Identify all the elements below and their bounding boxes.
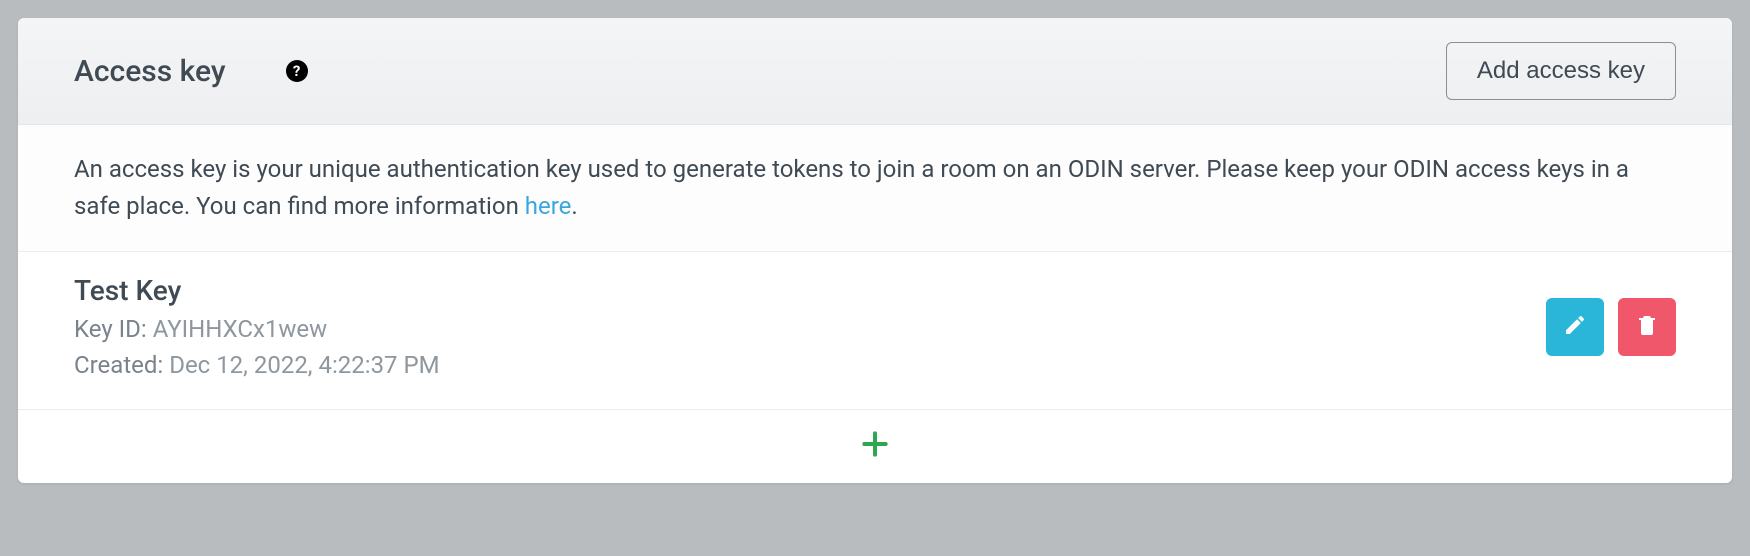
- description-text: An access key is your unique authenticat…: [18, 125, 1732, 252]
- key-id-line: Key ID: AYIHHXCx1wew: [74, 315, 440, 343]
- header-left: Access key ?: [74, 54, 308, 89]
- more-info-link[interactable]: here: [525, 192, 572, 220]
- trash-icon: [1635, 313, 1659, 340]
- add-access-key-button[interactable]: Add access key: [1446, 42, 1676, 100]
- card-header: Access key ? Add access key: [18, 18, 1732, 125]
- description-after: .: [571, 192, 577, 220]
- pencil-icon: [1563, 313, 1587, 340]
- plus-icon: [859, 428, 891, 463]
- edit-key-button[interactable]: [1546, 298, 1604, 356]
- key-item: Test Key Key ID: AYIHHXCx1wew Created: D…: [18, 252, 1732, 410]
- delete-key-button[interactable]: [1618, 298, 1676, 356]
- key-id-value: AYIHHXCx1wew: [153, 315, 328, 343]
- access-key-card: Access key ? Add access key An access ke…: [18, 18, 1732, 483]
- created-value: Dec 12, 2022, 4:22:37 PM: [169, 351, 439, 379]
- created-line: Created: Dec 12, 2022, 4:22:37 PM: [74, 351, 440, 379]
- created-label: Created:: [74, 351, 163, 379]
- description-before: An access key is your unique authenticat…: [74, 155, 1629, 220]
- key-name: Test Key: [74, 274, 440, 307]
- key-info: Test Key Key ID: AYIHHXCx1wew Created: D…: [74, 274, 440, 379]
- card-title: Access key: [74, 54, 226, 89]
- key-actions: [1546, 298, 1676, 356]
- add-key-plus-button[interactable]: [859, 428, 891, 463]
- key-id-label: Key ID:: [74, 315, 147, 343]
- add-row: [18, 410, 1732, 483]
- help-icon[interactable]: ?: [286, 60, 308, 82]
